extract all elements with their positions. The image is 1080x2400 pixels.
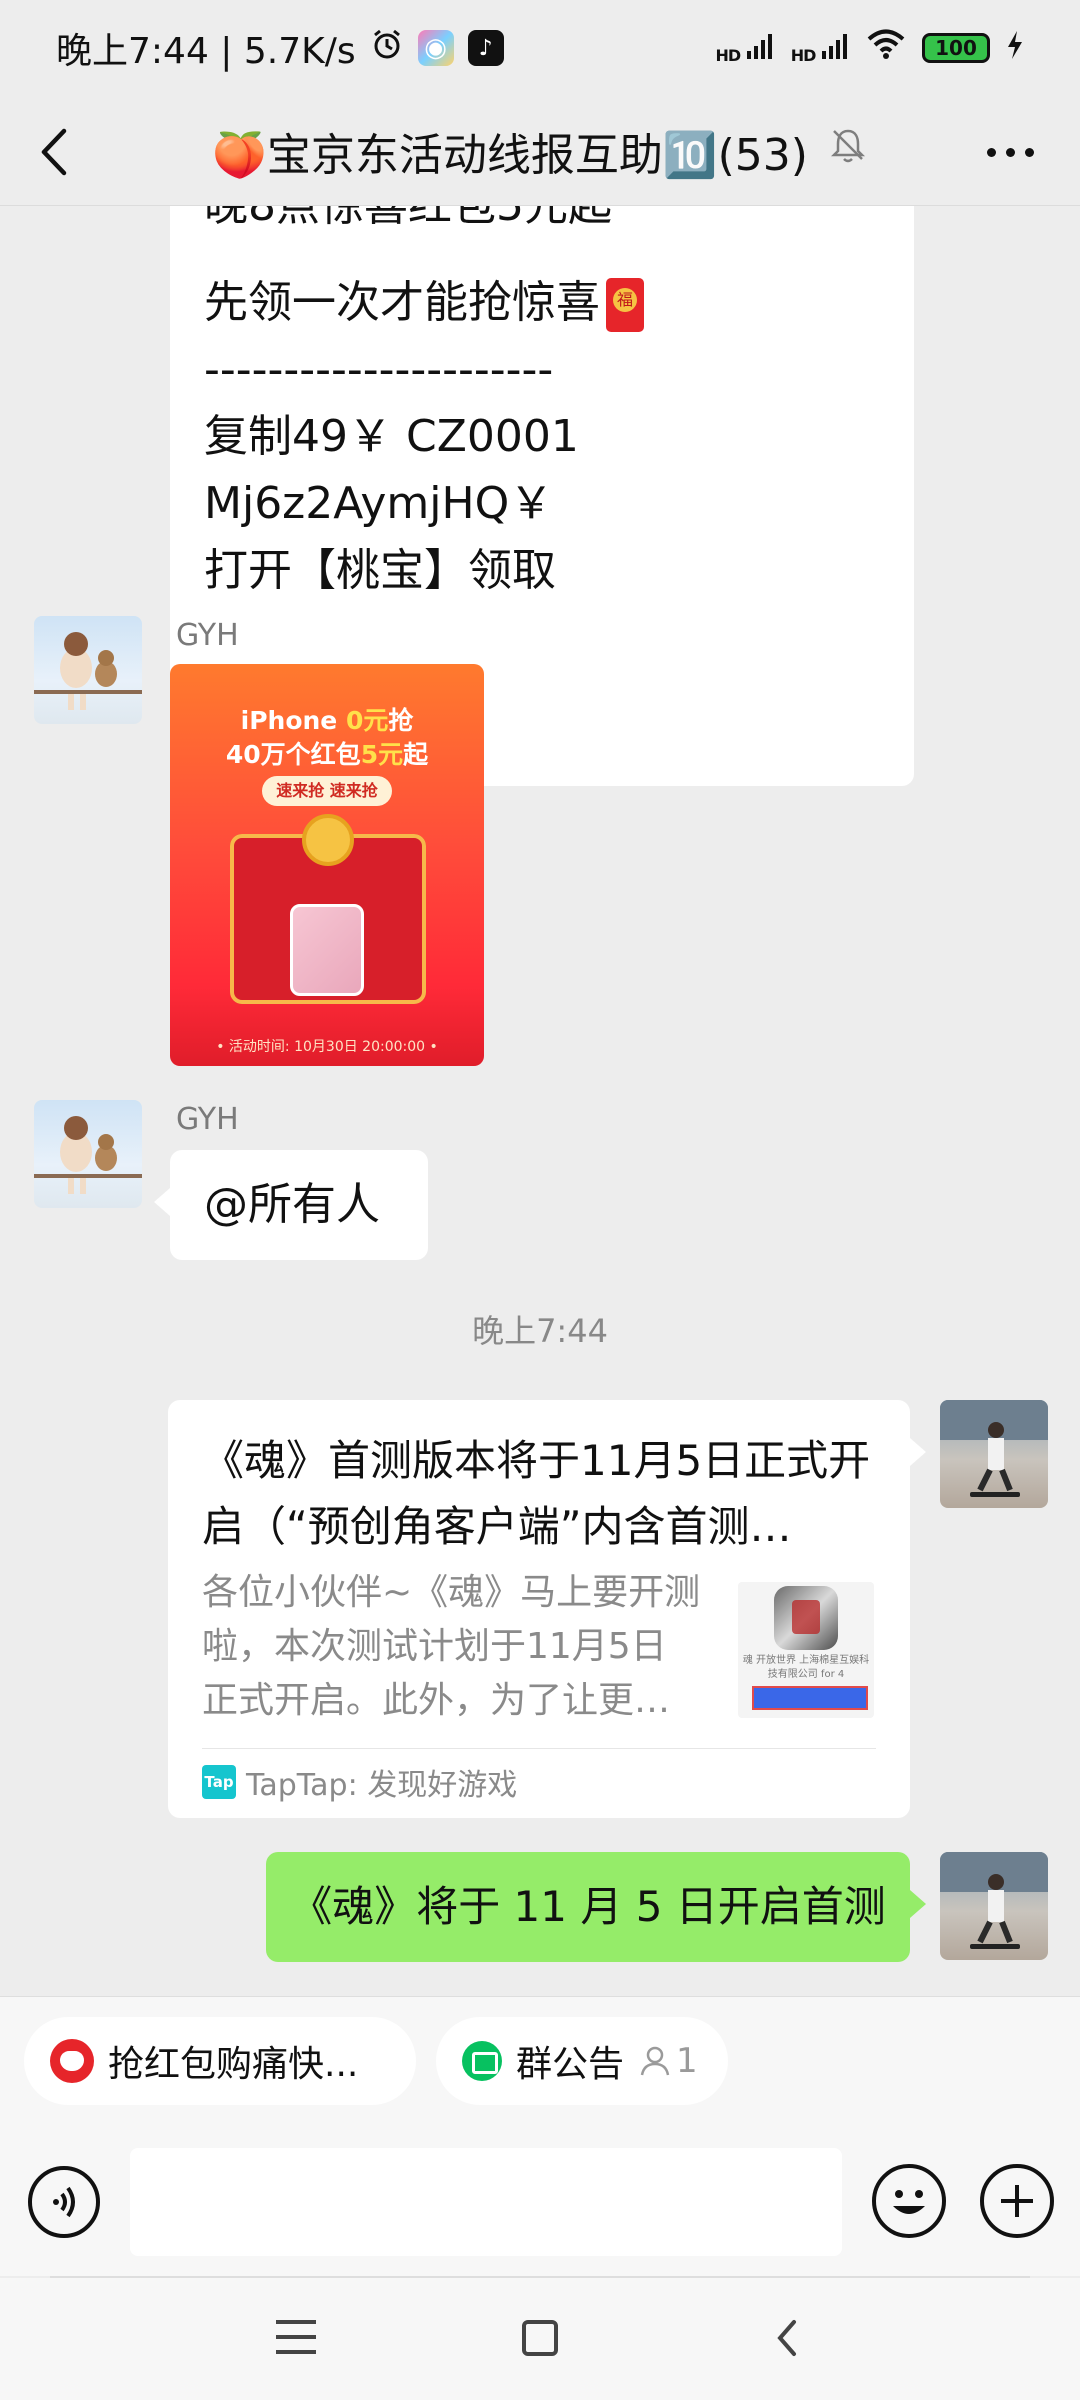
people-icon — [640, 2046, 670, 2076]
poster-footer: • 活动时间: 10月30日 20:00:00 • — [216, 1039, 438, 1055]
poster-phone — [290, 904, 364, 996]
emoji-icon — [893, 2190, 925, 2214]
poster-pill: 速来抢 速来抢 — [262, 776, 392, 806]
nav-menu-icon[interactable] — [276, 2320, 316, 2356]
chip-announcement[interactable]: 群公告 1 — [436, 2017, 728, 2105]
tiktok-icon: ♪ — [467, 30, 504, 66]
more-icon — [986, 147, 996, 157]
charging-icon — [1006, 28, 1024, 69]
quick-bar: 抢红包购痛快... 群公告 1 — [0, 1996, 1080, 2126]
voice-icon — [53, 2186, 75, 2218]
back-button[interactable] — [34, 124, 74, 180]
message-line: 复制49￥ CZ0001 — [204, 411, 579, 462]
taptap-icon: Tap — [202, 1765, 236, 1799]
mute-bell-icon — [828, 125, 868, 176]
signal-icon-2: HD — [791, 31, 850, 65]
avatar-self[interactable] — [940, 1852, 1048, 1960]
avatar-self[interactable] — [940, 1400, 1048, 1508]
sender-name: GYH — [176, 1102, 239, 1137]
poster-headline: iPhone 0元抢 40万个红包5元起 — [225, 706, 429, 769]
thumbnail-button — [752, 1686, 868, 1710]
back-icon — [41, 128, 67, 176]
avatar-gyh[interactable] — [34, 1100, 142, 1208]
chip-count: 1 — [638, 2041, 698, 2081]
clipped-line: 晚8点惊喜红包5元起 — [204, 206, 880, 269]
message-bubble-at[interactable]: @所有人 — [154, 1150, 428, 1260]
card-description: 各位小伙伴~《魂》马上要开测啦，本次测试计划于11月5日正式开启。此外，为了让更… — [202, 1572, 701, 1721]
avatar-gyh[interactable] — [34, 616, 142, 724]
chip-red-packet[interactable]: 抢红包购痛快... — [24, 2017, 416, 2105]
announcement-icon — [462, 2041, 502, 2081]
nav-home-icon[interactable] — [522, 2320, 558, 2356]
timestamp: 晚上7:44 — [472, 1312, 608, 1350]
card-thumbnail: 魂 开放世界 上海棉星互娱科技有限公司 for 4 — [738, 1582, 874, 1718]
message-input[interactable] — [130, 2148, 842, 2256]
chat-title: 🍑宝京东活动线报互助🔟(53) — [212, 129, 808, 181]
jd-mascot-icon — [50, 2039, 94, 2083]
plus-button[interactable] — [980, 2164, 1054, 2238]
poster-image[interactable]: iPhone 0元抢 40万个红包5元起 速来抢 速来抢 • 活动时间: 10月… — [170, 664, 484, 1066]
voice-button[interactable] — [28, 2166, 100, 2238]
battery-icon: 100 — [922, 33, 990, 63]
status-bar: 晚上7:44 | 5.7K/s ◉ ♪ HD HD 100 — [0, 0, 1080, 96]
alarm-icon — [370, 27, 404, 70]
status-time: 晚上7:44 | 5.7K/s — [56, 31, 356, 72]
red-envelope-icon — [606, 278, 644, 332]
chip-label: 群公告 — [516, 2044, 625, 2085]
message-line: 打开【桃宝】领取 — [204, 545, 556, 596]
more-button[interactable] — [980, 132, 1040, 172]
message-line: Mj6z2AymjHQ￥ — [204, 478, 554, 529]
card-title: 《魂》首测版本将于11月5日正式开启（“预创角客户端”内含首测… — [202, 1436, 871, 1551]
message-bubble-self[interactable]: 《魂》将于 11 月 5 日开启首测 — [266, 1852, 926, 1962]
signal-icon-1: HD — [716, 31, 775, 65]
wifi-icon — [866, 28, 906, 69]
input-bar — [0, 2126, 1080, 2276]
link-card[interactable]: 《魂》首测版本将于11月5日正式开启（“预创角客户端”内含首测… 各位小伙伴~《… — [168, 1400, 926, 1818]
sender-name: GYH — [176, 618, 239, 653]
chip-label: 抢红包购痛快... — [108, 2044, 359, 2085]
chat-messages[interactable]: 晚8点惊喜红包5元起 先领一次才能抢惊喜 -------------------… — [0, 206, 1080, 1996]
chat-header: 🍑宝京东活动线报互助🔟(53) — [0, 96, 1080, 206]
emoji-button[interactable] — [872, 2164, 946, 2238]
thumbnail-text: 魂 开放世界 上海棉星互娱科技有限公司 for 4 — [742, 1655, 870, 1680]
nav-back-icon[interactable] — [772, 2318, 802, 2358]
poster-coin — [302, 814, 354, 866]
card-source: Tap TapTap: 发现好游戏 — [202, 1749, 876, 1815]
message-line: ---------------------- — [204, 344, 554, 395]
card-source-label: TapTap: 发现好游戏 — [246, 1768, 518, 1803]
app-notification-icon: ◉ — [417, 30, 454, 66]
game-logo-icon — [774, 1586, 838, 1650]
message-line: 先领一次才能抢惊喜 — [204, 269, 880, 336]
system-nav-bar — [0, 2278, 1080, 2400]
